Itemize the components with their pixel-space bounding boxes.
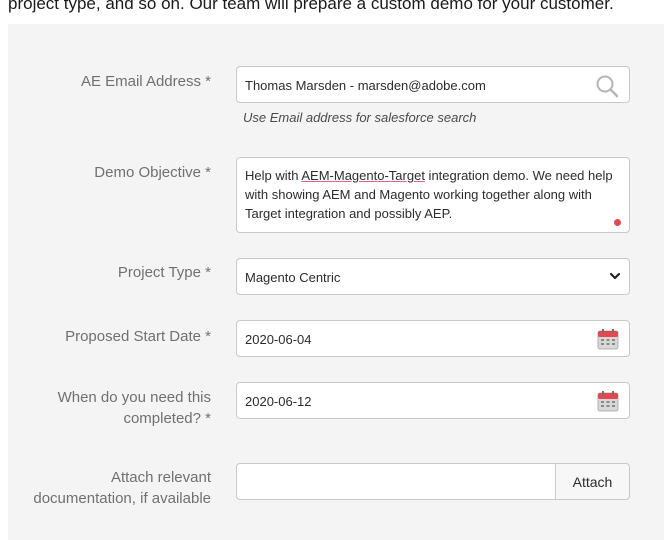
ae-email-label: AE Email Address * xyxy=(80,73,211,90)
calendar-icon[interactable] xyxy=(597,390,619,415)
intro-text: project type, and so on. Our team will p… xyxy=(8,0,614,13)
spelling-highlight: AEM-Magento-Target xyxy=(301,168,425,183)
ae-email-value: Thomas Marsden - marsden@adobe.com xyxy=(245,78,486,93)
ae-email-field[interactable]: Thomas Marsden - marsden@adobe.com xyxy=(236,66,630,103)
project-type-select[interactable]: Magento Centric xyxy=(236,258,630,295)
start-date-label: Proposed Start Date * xyxy=(65,328,211,345)
calendar-icon[interactable] xyxy=(597,328,619,353)
search-icon[interactable] xyxy=(595,74,619,101)
completion-date-label: When do you need this completed? * xyxy=(57,389,211,427)
demo-objective-text: Help with AEM-Magento-Target integration… xyxy=(245,168,613,221)
chevron-down-icon xyxy=(609,269,621,286)
required-indicator-dot xyxy=(614,219,621,226)
start-date-value: 2020-06-04 xyxy=(245,332,312,347)
demo-objective-label: Demo Objective * xyxy=(94,164,211,181)
project-type-value: Magento Centric xyxy=(245,270,341,285)
completion-date-value: 2020-06-12 xyxy=(245,394,312,409)
demo-objective-textarea[interactable]: Help with AEM-Magento-Target integration… xyxy=(236,157,630,233)
completion-date-field[interactable]: 2020-06-12 xyxy=(236,382,630,419)
start-date-field[interactable]: 2020-06-04 xyxy=(236,320,630,357)
attach-button[interactable]: Attach xyxy=(555,463,630,500)
attachment-input[interactable] xyxy=(236,463,555,500)
ae-email-help: Use Email address for salesforce search xyxy=(243,110,477,125)
attachment-label: Attach relevant documentation, if availa… xyxy=(33,469,211,507)
project-type-label: Project Type * xyxy=(117,264,211,281)
